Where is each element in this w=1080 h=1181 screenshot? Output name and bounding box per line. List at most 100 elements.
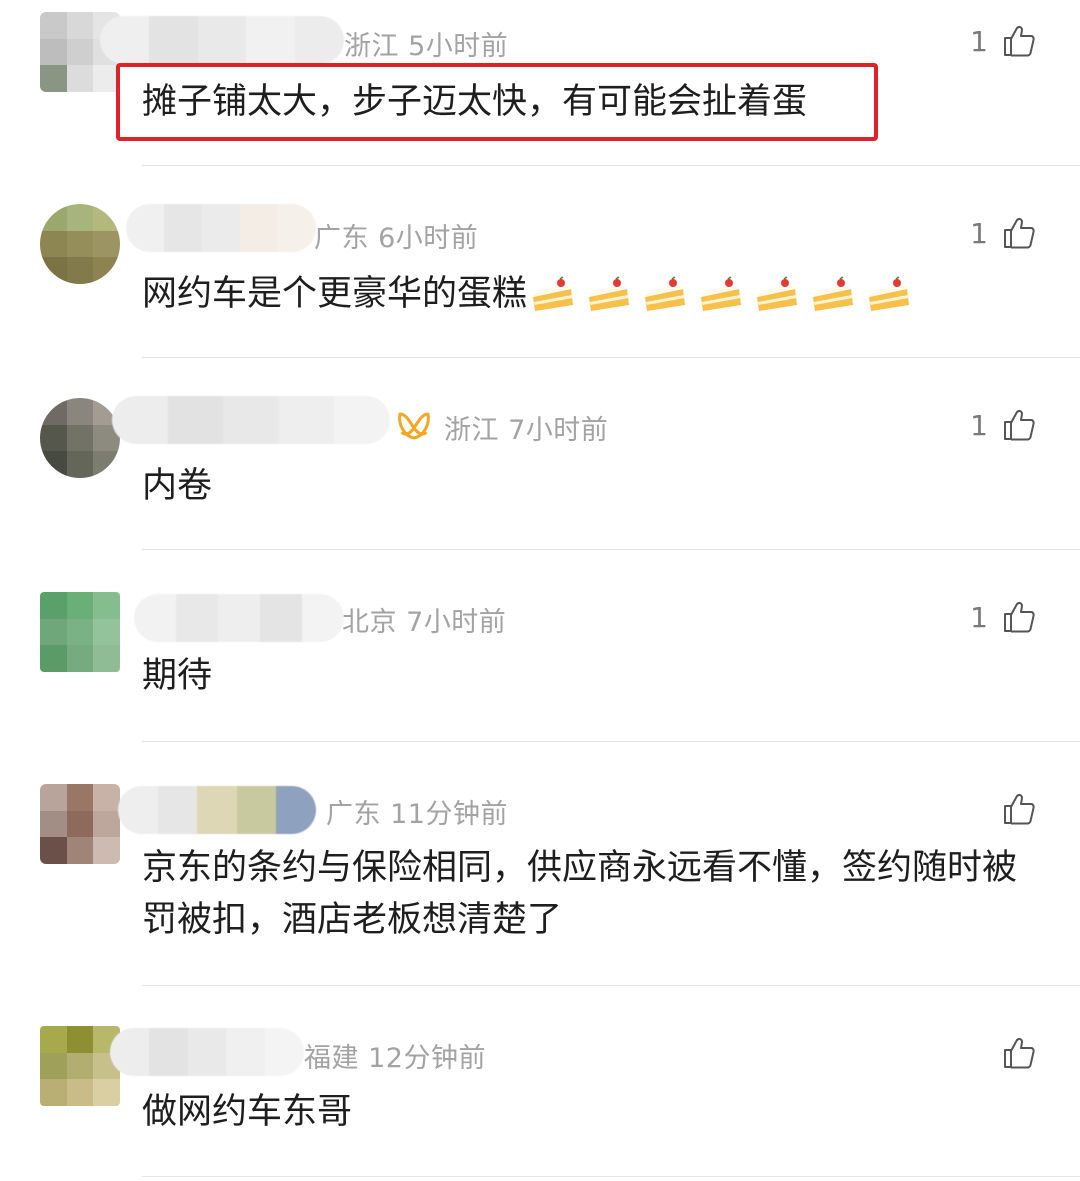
blur-cell — [176, 594, 218, 642]
blur-cell — [126, 204, 164, 252]
avatar-mosaic-cell — [93, 784, 120, 811]
cake-emoji — [813, 276, 854, 311]
blur-cell — [240, 204, 278, 252]
like-count: 1 — [970, 216, 988, 250]
blur-cell — [278, 396, 335, 444]
avatar-mosaic-cell — [40, 65, 67, 92]
thumbs-up-icon — [1004, 217, 1035, 249]
blur-cell — [223, 396, 279, 444]
comment-item: 浙江 5小时前 1 摊子铺太大，步子迈太快，有可能会扯着蛋 — [0, 0, 1080, 166]
avatar-mosaic-cell — [66, 837, 94, 864]
like-button[interactable]: 1 — [970, 600, 1036, 634]
like-button[interactable]: 1 — [970, 408, 1036, 442]
avatar-mosaic-cell — [66, 784, 94, 811]
username-blurred[interactable] — [126, 204, 316, 252]
avatar-mosaic-cell — [40, 810, 67, 838]
avatar-mosaic-cell — [40, 592, 67, 619]
blur-cell — [276, 786, 316, 834]
avatar-mosaic-cell — [93, 618, 120, 646]
avatar-mosaic-cell — [93, 837, 120, 864]
blur-cell — [148, 1028, 188, 1076]
avatar-mosaic-cell — [40, 784, 67, 811]
comment-item: 浙江 7小时前 1 内卷 — [0, 358, 1080, 550]
blur-cell — [187, 1028, 227, 1076]
time-label: 11分钟前 — [390, 799, 508, 830]
cake-emoji-row — [531, 275, 911, 315]
time-label: 5小时前 — [408, 31, 509, 62]
like-button[interactable] — [988, 792, 1036, 826]
comment-meta: 浙江 7小时前 — [444, 408, 608, 447]
thumbs-up-icon — [1004, 409, 1035, 441]
avatar[interactable] — [40, 784, 120, 864]
blur-cell — [157, 786, 198, 834]
avatar-mosaic-cell — [40, 12, 67, 39]
avatar-mosaic-cell — [40, 1052, 67, 1080]
avatar[interactable] — [40, 1026, 120, 1106]
comment-text: 内卷 — [142, 466, 213, 506]
blur-cell — [278, 204, 316, 252]
comment-text-row: 网约车是个更豪华的蛋糕 — [142, 268, 1022, 320]
region-label: 北京 — [342, 607, 397, 638]
avatar-mosaic-cell — [66, 65, 94, 92]
avatar-mosaic-cell — [66, 1079, 94, 1106]
comment-item: 广东 11分钟前 京东的条约与保险相同，供应商永远看不懂，签约随时被罚被扣，酒店… — [0, 742, 1080, 986]
avatar-mosaic-cell — [40, 257, 67, 284]
blur-cell — [148, 16, 198, 64]
blur-cell — [112, 396, 168, 444]
avatar-mosaic-cell — [93, 230, 120, 258]
blur-cell — [226, 1028, 266, 1076]
avatar-mosaic-cell — [40, 230, 67, 258]
avatar-mosaic-cell — [66, 618, 94, 646]
like-button[interactable]: 1 — [970, 216, 1036, 250]
avatar-mosaic-cell — [40, 38, 67, 66]
comment-text: 京东的条约与保险相同，供应商永远看不懂，签约随时被罚被扣，酒店老板想清楚了 — [142, 848, 1018, 940]
blur-cell — [236, 786, 277, 834]
comment-text: 网约车是个更豪华的蛋糕 — [142, 274, 528, 314]
avatar-mosaic-cell — [66, 38, 94, 66]
blur-cell — [246, 16, 296, 64]
cake-emoji — [589, 276, 630, 311]
comment-meta: 广东 11分钟前 — [326, 792, 508, 831]
username-blurred[interactable] — [110, 1028, 304, 1076]
avatar-mosaic-cell — [93, 257, 120, 284]
blur-cell — [334, 396, 390, 444]
blur-cell — [197, 16, 247, 64]
time-label: 7小时前 — [508, 415, 609, 446]
thumbs-up-icon — [1004, 25, 1035, 57]
blur-cell — [164, 204, 202, 252]
comment-meta: 福建 12分钟前 — [304, 1036, 486, 1075]
avatar-mosaic-cell — [40, 837, 67, 864]
avatar-mosaic-cell — [93, 451, 120, 478]
like-button[interactable] — [988, 1036, 1036, 1070]
avatar-mosaic-cell — [40, 451, 67, 478]
comment-text: 做网约车东哥 — [142, 1092, 353, 1132]
like-button[interactable]: 1 — [970, 24, 1036, 58]
region-label: 浙江 — [444, 415, 499, 446]
avatar[interactable] — [40, 204, 120, 284]
username-blurred[interactable] — [134, 594, 344, 642]
avatar-mosaic-cell — [40, 398, 67, 425]
avatar-mosaic-cell — [66, 1026, 94, 1053]
username-blurred[interactable] — [118, 786, 316, 834]
avatar-mosaic-cell — [40, 424, 67, 452]
blur-cell — [197, 786, 237, 834]
username-blurred[interactable] — [100, 16, 344, 64]
avatar-mosaic-cell — [66, 204, 94, 231]
avatar-mosaic-cell — [93, 1079, 120, 1106]
avatar[interactable] — [40, 398, 120, 478]
cake-emoji — [533, 276, 574, 311]
region-label: 广东 — [326, 799, 381, 830]
thumbs-up-icon — [1004, 601, 1035, 633]
avatar[interactable] — [40, 592, 120, 672]
like-count: 1 — [970, 408, 988, 442]
region-label: 广东 — [314, 223, 369, 254]
avatar-mosaic-cell — [66, 810, 94, 838]
like-count: 1 — [970, 600, 988, 634]
avatar-mosaic-cell — [66, 398, 94, 425]
vip-badge-icon — [398, 412, 430, 440]
avatar-mosaic-cell — [93, 645, 120, 672]
blur-cell — [295, 16, 344, 64]
comment-item: 北京 7小时前 1 期待 — [0, 550, 1080, 742]
username-blurred[interactable] — [112, 396, 390, 444]
avatar-mosaic-cell — [40, 645, 67, 672]
